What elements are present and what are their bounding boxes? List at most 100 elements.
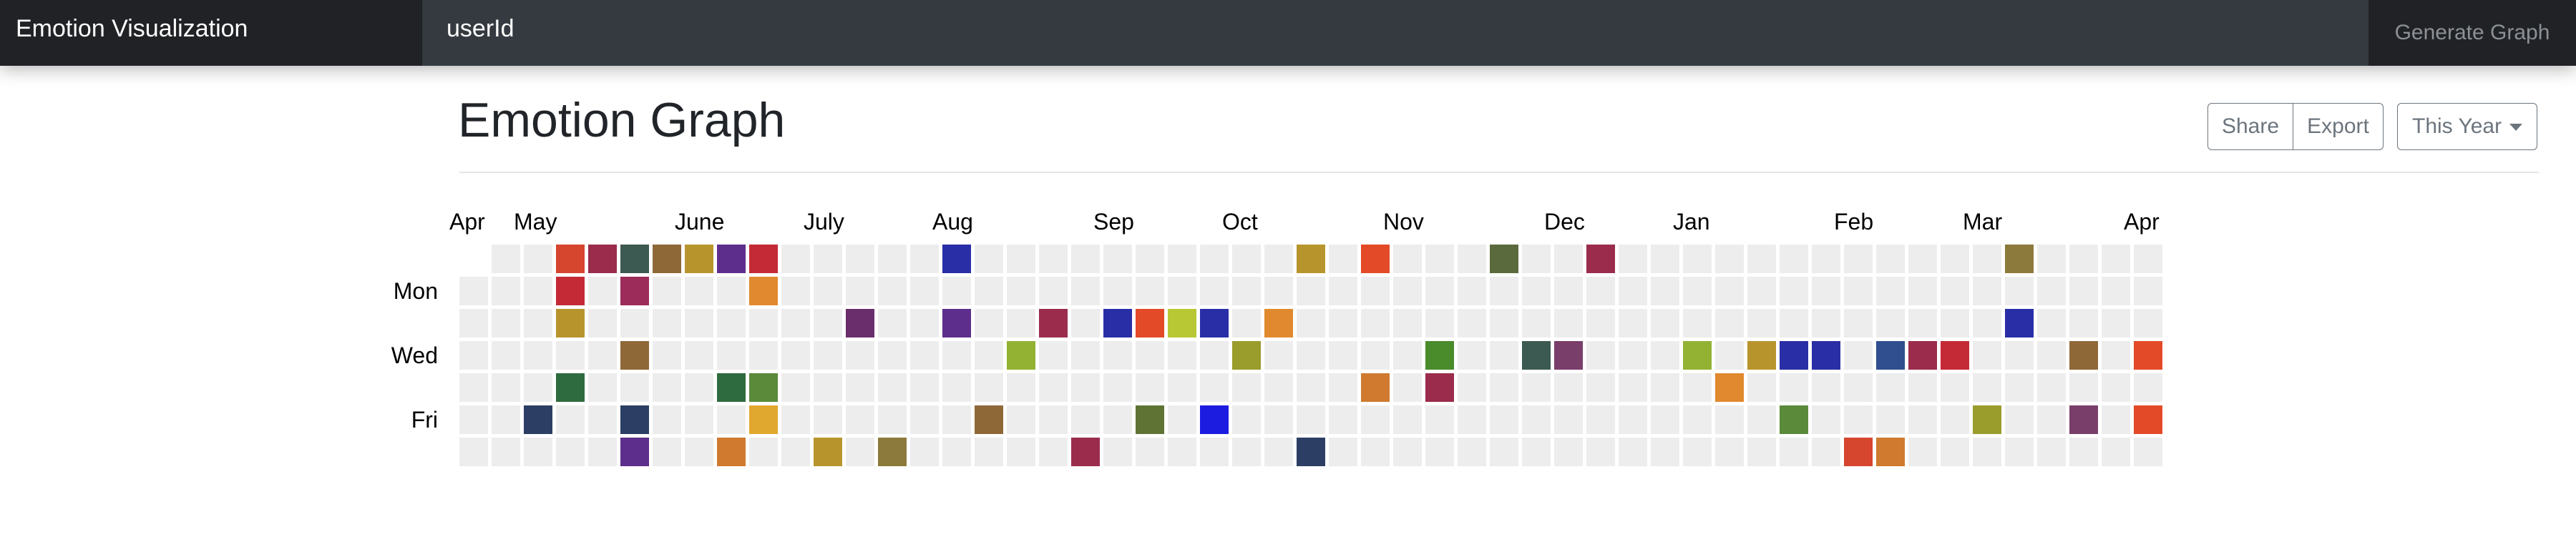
day-cell[interactable] [588,373,617,402]
day-cell[interactable] [1490,373,1518,402]
day-cell[interactable] [975,341,1003,370]
day-cell[interactable] [1812,277,1840,305]
day-cell[interactable] [1619,373,1647,402]
day-cell[interactable] [846,277,874,305]
day-cell[interactable] [1071,309,1100,337]
day-cell[interactable] [1297,438,1325,466]
day-cell[interactable] [749,245,778,273]
day-cell[interactable] [1264,341,1293,370]
day-cell[interactable] [1200,405,1229,434]
day-cell[interactable] [2069,309,2098,337]
day-cell[interactable] [1490,309,1518,337]
day-cell[interactable] [975,438,1003,466]
day-cell[interactable] [1554,405,1583,434]
day-cell[interactable] [1425,277,1454,305]
day-cell[interactable] [653,438,681,466]
day-cell[interactable] [878,373,907,402]
day-cell[interactable] [1425,373,1454,402]
day-cell[interactable] [1297,341,1325,370]
day-cell[interactable] [1136,341,1164,370]
day-cell[interactable] [1973,341,2001,370]
day-cell[interactable] [910,277,939,305]
day-cell[interactable] [1168,373,1196,402]
day-cell[interactable] [1747,405,1776,434]
day-cell[interactable] [1780,373,1808,402]
day-cell[interactable] [1683,341,1712,370]
day-cell[interactable] [1908,373,1937,402]
day-cell[interactable] [588,405,617,434]
day-cell[interactable] [1715,277,1744,305]
day-cell[interactable] [2005,245,2034,273]
day-cell[interactable] [685,245,713,273]
day-cell[interactable] [1973,277,2001,305]
day-cell[interactable] [1554,309,1583,337]
day-cell[interactable] [1651,438,1679,466]
day-cell[interactable] [749,341,778,370]
day-cell[interactable] [749,405,778,434]
day-cell[interactable] [749,277,778,305]
day-cell[interactable] [1844,245,1873,273]
day-cell[interactable] [1425,405,1454,434]
day-cell[interactable] [1812,309,1840,337]
day-cell[interactable] [1361,309,1390,337]
day-cell[interactable] [1007,373,1035,402]
day-cell[interactable] [1103,277,1132,305]
day-cell[interactable] [1941,341,1969,370]
day-cell[interactable] [1780,438,1808,466]
day-cell[interactable] [1103,405,1132,434]
day-cell[interactable] [1297,245,1325,273]
day-cell[interactable] [1747,341,1776,370]
day-cell[interactable] [781,341,810,370]
day-cell[interactable] [1844,405,1873,434]
day-cell[interactable] [1264,438,1293,466]
day-cell[interactable] [1715,373,1744,402]
day-cell[interactable] [556,405,585,434]
day-cell[interactable] [1973,309,2001,337]
day-cell[interactable] [1619,405,1647,434]
day-cell[interactable] [1780,309,1808,337]
day-cell[interactable] [492,277,520,305]
day-cell[interactable] [1780,405,1808,434]
day-cell[interactable] [846,405,874,434]
day-cell[interactable] [524,341,552,370]
day-cell[interactable] [1297,277,1325,305]
day-cell[interactable] [2069,373,2098,402]
day-cell[interactable] [717,373,746,402]
day-cell[interactable] [1554,245,1583,273]
day-cell[interactable] [1683,438,1712,466]
day-cell[interactable] [1425,309,1454,337]
day-cell[interactable] [653,245,681,273]
day-cell[interactable] [588,309,617,337]
day-cell[interactable] [1651,405,1679,434]
day-cell[interactable] [781,277,810,305]
day-cell[interactable] [878,245,907,273]
day-cell[interactable] [1232,373,1261,402]
day-cell[interactable] [1812,438,1840,466]
day-cell[interactable] [717,309,746,337]
day-cell[interactable] [1586,245,1615,273]
day-cell[interactable] [1297,373,1325,402]
day-cell[interactable] [878,341,907,370]
day-cell[interactable] [717,341,746,370]
day-cell[interactable] [878,438,907,466]
day-cell[interactable] [1812,341,1840,370]
day-cell[interactable] [846,245,874,273]
day-cell[interactable] [1200,245,1229,273]
day-cell[interactable] [2005,405,2034,434]
day-cell[interactable] [1490,438,1518,466]
day-cell[interactable] [1136,405,1164,434]
day-cell[interactable] [556,341,585,370]
day-cell[interactable] [1232,341,1261,370]
day-cell[interactable] [1361,245,1390,273]
day-cell[interactable] [717,277,746,305]
day-cell[interactable] [1908,405,1937,434]
day-cell[interactable] [1007,405,1035,434]
day-cell[interactable] [2134,341,2162,370]
day-cell[interactable] [1264,373,1293,402]
day-cell[interactable] [524,245,552,273]
day-cell[interactable] [1522,341,1551,370]
day-cell[interactable] [846,309,874,337]
day-cell[interactable] [1200,277,1229,305]
day-cell[interactable] [1039,245,1068,273]
day-cell[interactable] [620,277,649,305]
